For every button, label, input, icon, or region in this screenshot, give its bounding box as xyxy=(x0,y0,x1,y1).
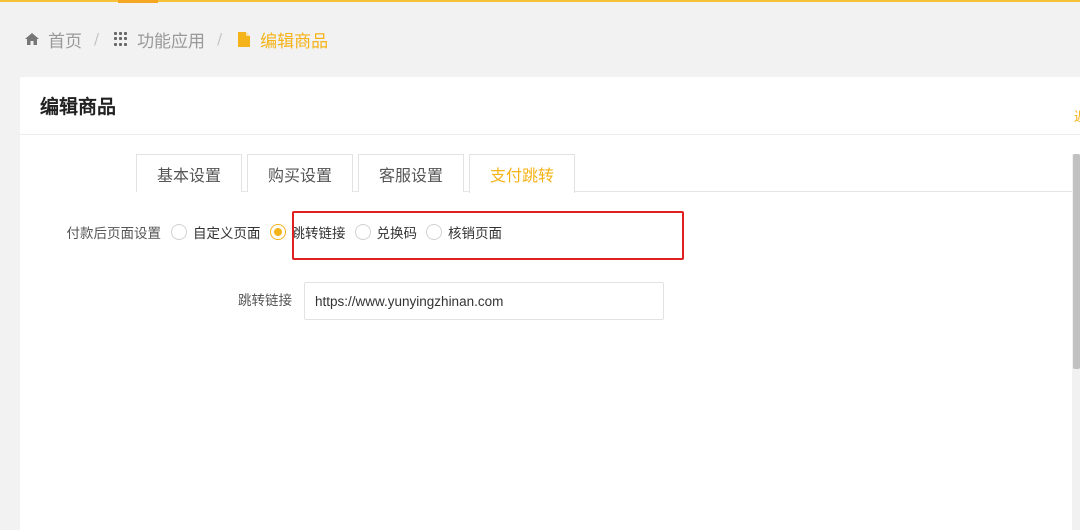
grid-icon xyxy=(111,29,131,49)
highlight-annotation-box xyxy=(292,211,684,260)
back-link[interactable]: 返 xyxy=(1074,106,1080,125)
file-icon xyxy=(234,29,254,49)
tab-purchase-settings[interactable]: 购买设置 xyxy=(247,154,354,192)
breadcrumb-separator: / xyxy=(217,30,223,48)
jump-link-row: 跳转链接 xyxy=(20,282,664,320)
jump-link-input[interactable] xyxy=(304,282,664,320)
jump-link-label: 跳转链接 xyxy=(238,293,292,309)
breadcrumb-current: 编辑商品 xyxy=(234,27,328,52)
radio-label: 自定义页面 xyxy=(193,226,261,242)
breadcrumb: 首页 / 功能应用 / 编辑商品 xyxy=(22,26,328,52)
radio-button[interactable] xyxy=(171,224,187,240)
breadcrumb-home[interactable]: 首页 xyxy=(22,27,82,52)
breadcrumb-current-label: 编辑商品 xyxy=(260,31,329,52)
tab-bar: 基本设置 购买设置 客服设置 支付跳转 xyxy=(136,154,1080,193)
page-title: 编辑商品 xyxy=(40,96,117,118)
tab-payment-redirect[interactable]: 支付跳转 xyxy=(469,154,576,193)
home-icon xyxy=(22,29,42,49)
breadcrumb-home-label: 首页 xyxy=(48,31,82,52)
breadcrumb-apps-label: 功能应用 xyxy=(137,31,206,52)
tab-service-settings[interactable]: 客服设置 xyxy=(358,154,465,192)
breadcrumb-separator: / xyxy=(94,30,100,48)
top-accent-notch xyxy=(118,0,158,3)
after-payment-label: 付款后页面设置 xyxy=(66,226,162,242)
card-header: 编辑商品 xyxy=(20,77,1080,135)
radio-custom-page[interactable]: 自定义页面 xyxy=(171,222,261,242)
scrollbar-thumb[interactable] xyxy=(1073,154,1080,369)
radio-button-checked[interactable] xyxy=(269,224,286,240)
scrollbar[interactable] xyxy=(1072,154,1080,530)
tab-basic-settings[interactable]: 基本设置 xyxy=(136,154,243,192)
top-accent-bar xyxy=(0,0,1080,3)
breadcrumb-apps[interactable]: 功能应用 xyxy=(111,27,205,52)
